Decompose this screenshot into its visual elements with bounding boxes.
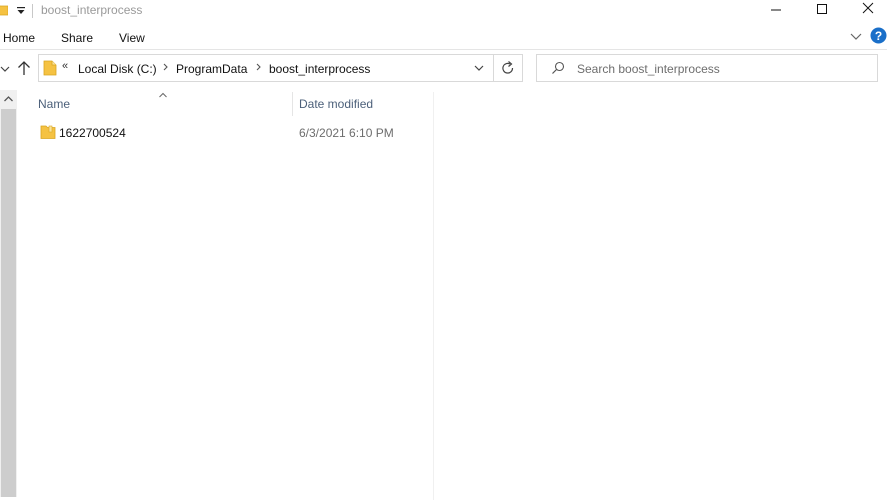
- maximize-button[interactable]: [810, 0, 834, 20]
- svg-text:?: ?: [875, 29, 882, 43]
- file-list-row[interactable]: 1622700524 6/3/2021 6:10 PM: [34, 121, 404, 143]
- folder-icon: [43, 60, 57, 76]
- navigation-bar: « Local Disk (C:) ProgramData boost_inte…: [0, 50, 887, 90]
- close-icon: [862, 2, 874, 14]
- ribbon-tabs: Home Share View ?: [0, 27, 887, 50]
- column-header-name[interactable]: Name: [17, 90, 293, 116]
- breadcrumb-local-disk[interactable]: Local Disk (C:): [78, 62, 157, 76]
- scrollbar-thumb[interactable]: [1, 109, 16, 497]
- folder-icon: [40, 124, 56, 140]
- column-headers: Name Date modified: [17, 90, 437, 500]
- quick-access-dropdown-icon[interactable]: [16, 3, 26, 17]
- window-title: boost_interprocess: [41, 3, 143, 17]
- breadcrumb-boost-interprocess[interactable]: boost_interprocess: [269, 62, 370, 76]
- navigation-pane-scrollbar[interactable]: [0, 90, 17, 497]
- up-arrow-icon[interactable]: [17, 60, 31, 76]
- close-button[interactable]: [856, 0, 880, 20]
- column-header-name-label: Name: [38, 97, 71, 111]
- title-bar: boost_interprocess: [0, 0, 887, 22]
- chevron-right-icon[interactable]: [162, 61, 170, 73]
- tab-share[interactable]: Share: [61, 31, 93, 45]
- search-box[interactable]: [536, 54, 878, 82]
- folder-icon: [0, 2, 9, 16]
- refresh-icon: [502, 61, 514, 74]
- column-header-date-modified-label: Date modified: [299, 97, 374, 111]
- recent-locations-chevron-icon[interactable]: [0, 63, 10, 73]
- maximize-icon: [817, 4, 827, 14]
- title-separator: [32, 4, 33, 18]
- minimize-icon: [771, 9, 781, 11]
- address-dropdown-chevron-icon[interactable]: [473, 62, 485, 74]
- column-divider[interactable]: [433, 92, 434, 500]
- file-name[interactable]: 1622700524: [59, 126, 126, 140]
- breadcrumb-programdata[interactable]: ProgramData: [176, 62, 247, 76]
- breadcrumb-overflow-icon[interactable]: «: [62, 60, 68, 72]
- help-icon[interactable]: ?: [870, 27, 887, 44]
- file-date-modified: 6/3/2021 6:10 PM: [299, 126, 394, 140]
- sort-ascending-icon: [158, 88, 168, 98]
- chevron-right-icon[interactable]: [255, 61, 263, 73]
- address-bar[interactable]: « Local Disk (C:) ProgramData boost_inte…: [38, 54, 494, 82]
- minimize-button[interactable]: [764, 0, 788, 20]
- scroll-up-arrow-icon[interactable]: [0, 92, 17, 106]
- search-icon: [551, 61, 565, 75]
- column-header-date-modified[interactable]: Date modified: [293, 90, 433, 116]
- ribbon-expand-chevron-icon[interactable]: [849, 29, 863, 43]
- search-input[interactable]: [577, 62, 867, 76]
- refresh-button[interactable]: [494, 54, 523, 82]
- tab-view[interactable]: View: [119, 31, 145, 45]
- tab-home[interactable]: Home: [3, 31, 35, 45]
